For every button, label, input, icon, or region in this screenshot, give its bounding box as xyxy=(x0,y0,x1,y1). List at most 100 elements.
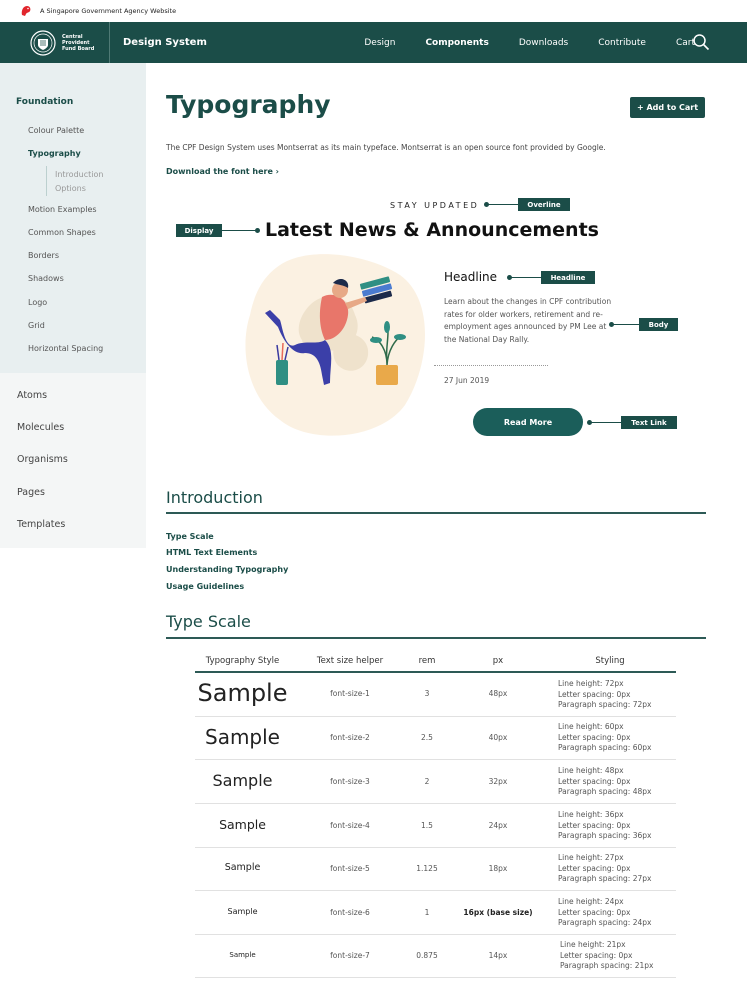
tag-body: Body xyxy=(639,318,678,331)
sidebar-item-templates[interactable]: Templates xyxy=(17,519,65,530)
table-cell-helper: font-size-1 xyxy=(330,689,370,698)
table-cell-styling: Line height: 72px Letter spacing: 0px Pa… xyxy=(558,679,651,711)
example-display: Latest News & Announcements xyxy=(265,219,599,241)
table-row-divider xyxy=(195,847,676,848)
add-to-cart-button[interactable]: + Add to Cart xyxy=(630,97,705,118)
display-connector xyxy=(222,230,256,231)
table-cell-px: 18px xyxy=(488,864,508,873)
example-date: 27 Jun 2019 xyxy=(444,376,490,385)
col-header-text-size-helper: Text size helper xyxy=(316,656,384,666)
table-cell-styling: Line height: 27px Letter spacing: 0px Pa… xyxy=(558,853,651,885)
styling-paragraph-spacing: Paragraph spacing: 72px xyxy=(558,700,652,709)
styling-line-height: Line height: 60px xyxy=(558,722,624,731)
table-cell-px: 48px xyxy=(488,689,508,698)
table-cell-px: 16px (base size) xyxy=(463,908,533,917)
main-nav: Design Components Downloads Contribute C… xyxy=(334,22,695,63)
nav-design[interactable]: Design xyxy=(364,38,395,48)
sidebar-item-grid[interactable]: Grid xyxy=(28,321,45,330)
toc-link-understanding-typography[interactable]: Understanding Typography xyxy=(166,565,288,574)
sidebar-foundation-panel xyxy=(0,63,146,373)
table-cell-rem: 1 xyxy=(424,908,430,917)
table-cell-helper: font-size-5 xyxy=(330,864,370,873)
toc-link-type-scale[interactable]: Type Scale xyxy=(166,532,214,541)
styling-line-height: Line height: 21px xyxy=(560,940,626,949)
nav-downloads[interactable]: Downloads xyxy=(519,38,568,48)
styling-paragraph-spacing: Paragraph spacing: 24px xyxy=(558,918,652,927)
table-row-divider xyxy=(195,803,676,804)
styling-letter-spacing: Letter spacing: 0px xyxy=(560,950,633,960)
display-connector-dot xyxy=(255,228,260,233)
sidebar-item-pages[interactable]: Pages xyxy=(17,487,45,498)
styling-line-height: Line height: 72px xyxy=(558,679,624,688)
design-system-title[interactable]: Design System xyxy=(123,37,207,48)
styling-letter-spacing: Letter spacing: 0px xyxy=(558,732,631,742)
table-cell-rem: 1.125 xyxy=(416,864,438,873)
table-cell-styling: Line height: 60px Letter spacing: 0px Pa… xyxy=(558,722,651,754)
styling-paragraph-spacing: Paragraph spacing: 36px xyxy=(558,831,652,840)
tag-display: Display xyxy=(176,224,222,237)
table-cell-rem: 2.5 xyxy=(421,733,433,742)
cpf-logo[interactable]: Central Provident Fund Board xyxy=(0,22,110,63)
table-cell-helper: font-size-6 xyxy=(330,908,370,917)
styling-letter-spacing: Letter spacing: 0px xyxy=(558,907,631,917)
table-row-divider xyxy=(195,716,676,717)
table-header-rule xyxy=(195,671,676,673)
sidebar-item-atoms[interactable]: Atoms xyxy=(17,390,47,401)
brand-text: Central Provident Fund Board xyxy=(62,33,95,52)
page-title: Typography xyxy=(166,90,331,119)
sidebar-item-motion-examples[interactable]: Motion Examples xyxy=(28,205,97,214)
styling-letter-spacing: Letter spacing: 0px xyxy=(558,689,631,699)
col-header-px: px xyxy=(492,656,504,666)
toc-link-html-text-elements[interactable]: HTML Text Elements xyxy=(166,548,257,557)
download-font-link[interactable]: Download the font here › xyxy=(166,167,279,176)
sidebar-subitem-introduction[interactable]: Introduction xyxy=(55,170,103,179)
styling-letter-spacing: Letter spacing: 0px xyxy=(558,820,631,830)
sidebar-item-shadows[interactable]: Shadows xyxy=(28,274,64,283)
styling-paragraph-spacing: Paragraph spacing: 27px xyxy=(558,874,652,883)
table-cell-rem: 3 xyxy=(424,689,430,698)
sidebar-item-typography[interactable]: Typography xyxy=(28,149,81,158)
introduction-rule xyxy=(166,512,706,514)
table-row-divider xyxy=(195,759,676,760)
gov-bar-text: A Singapore Government Agency Website xyxy=(40,7,177,15)
sidebar-item-common-shapes[interactable]: Common Shapes xyxy=(28,228,96,237)
table-cell-helper: font-size-4 xyxy=(330,821,370,830)
table-cell-px: 40px xyxy=(488,733,508,742)
table-cell-px: 24px xyxy=(488,821,508,830)
styling-line-height: Line height: 36px xyxy=(558,810,624,819)
lion-logo-icon xyxy=(21,6,31,16)
search-icon[interactable] xyxy=(692,33,710,51)
tag-overline: Overline xyxy=(518,198,570,211)
gov-bar: A Singapore Government Agency Website xyxy=(0,0,747,22)
nav-contribute[interactable]: Contribute xyxy=(598,38,646,48)
sidebar-heading-foundation[interactable]: Foundation xyxy=(16,97,73,107)
nav-components[interactable]: Components xyxy=(425,38,488,48)
col-header-styling: Styling xyxy=(595,656,625,666)
text-link-connector xyxy=(591,422,621,423)
styling-letter-spacing: Letter spacing: 0px xyxy=(558,863,631,873)
sample-font-size-2: Sample xyxy=(205,725,280,749)
table-cell-helper: font-size-7 xyxy=(330,951,370,960)
sidebar-item-horizontal-spacing[interactable]: Horizontal Spacing xyxy=(28,344,103,353)
sidebar-item-organisms[interactable]: Organisms xyxy=(17,454,68,465)
read-more-button[interactable]: Read More xyxy=(473,408,583,436)
sample-font-size-1: Sample xyxy=(197,679,288,707)
sidebar-item-colour-palette[interactable]: Colour Palette xyxy=(28,126,84,135)
sidebar-item-molecules[interactable]: Molecules xyxy=(17,422,64,433)
example-overline: STAY UPDATED xyxy=(390,201,480,210)
sidebar-item-logo[interactable]: Logo xyxy=(28,298,47,307)
table-cell-styling: Line height: 48px Letter spacing: 0px Pa… xyxy=(558,766,651,798)
sample-font-size-3: Sample xyxy=(212,771,273,790)
sample-font-size-7: Sample xyxy=(229,951,256,959)
type-scale-rule xyxy=(166,637,706,639)
styling-line-height: Line height: 27px xyxy=(558,853,624,862)
styling-line-height: Line height: 24px xyxy=(558,897,624,906)
toc-link-usage-guidelines[interactable]: Usage Guidelines xyxy=(166,582,244,591)
sidebar-subitem-options[interactable]: Options xyxy=(55,184,86,193)
tag-text-link: Text Link xyxy=(621,416,677,429)
sidebar-item-borders[interactable]: Borders xyxy=(28,251,59,260)
table-cell-styling: Line height: 36px Letter spacing: 0px Pa… xyxy=(558,810,651,842)
type-scale-heading: Type Scale xyxy=(166,612,251,631)
sidebar-subitem-divider xyxy=(46,166,47,196)
table-cell-styling: Line height: 24px Letter spacing: 0px Pa… xyxy=(558,897,651,929)
